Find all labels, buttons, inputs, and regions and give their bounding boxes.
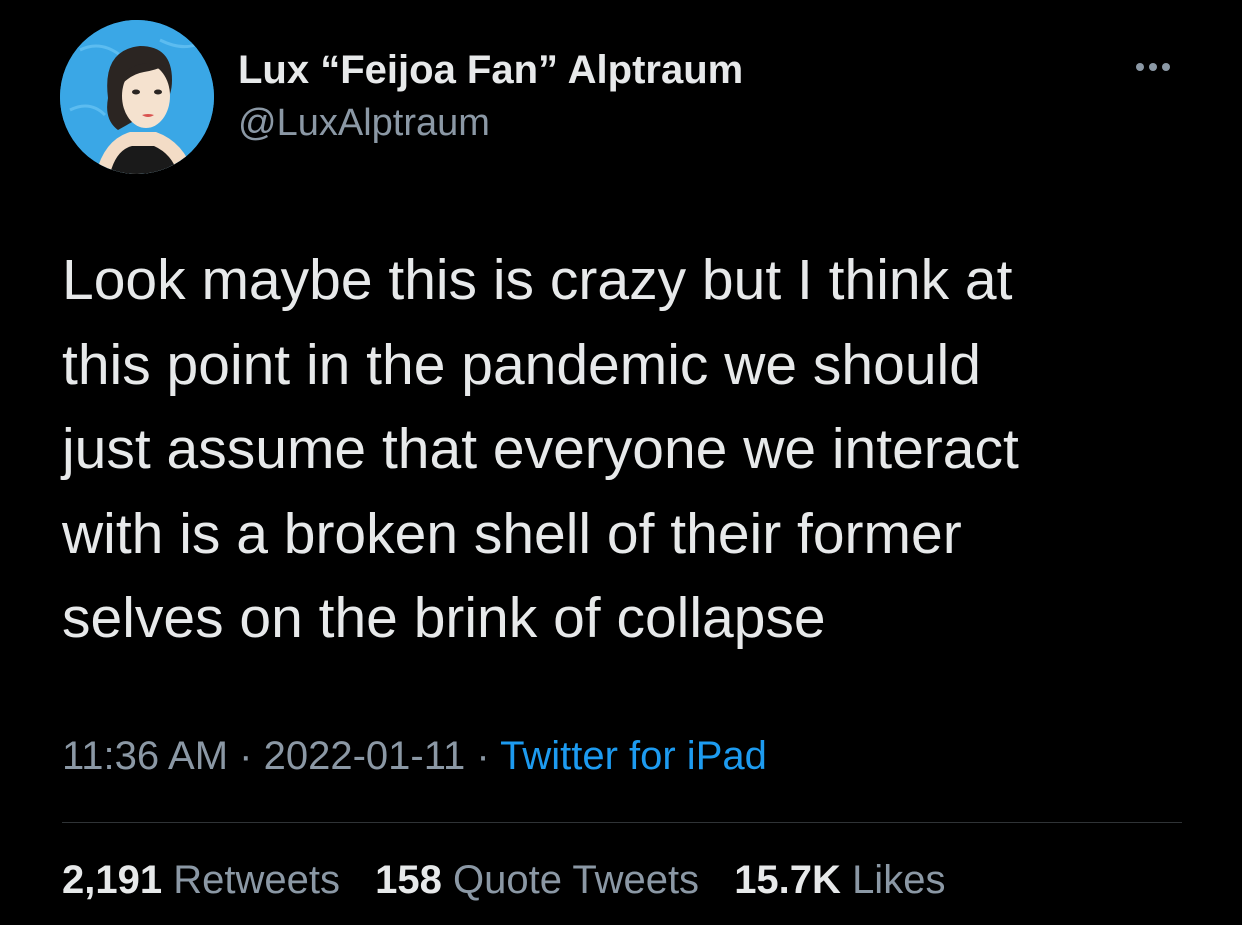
meta-separator: · (476, 734, 490, 778)
quote-tweets-label: Quote Tweets (452, 858, 700, 902)
quote-tweets-count: 158 (375, 858, 442, 902)
meta-separator: · (239, 734, 253, 778)
likes-label: Likes (852, 858, 946, 902)
tweet-source-link[interactable]: Twitter for iPad (500, 734, 767, 778)
avatar-illustration (60, 20, 214, 174)
likes-count: 15.7K (734, 858, 841, 902)
tweet-time[interactable]: 11:36 AM (62, 734, 228, 778)
author-handle[interactable]: @LuxAlptraum (238, 102, 490, 145)
quote-tweets-stat[interactable]: 158 Quote Tweets (375, 858, 699, 902)
likes-stat[interactable]: 15.7K Likes (734, 858, 945, 902)
retweets-count: 2,191 (62, 858, 163, 902)
more-horizontal-icon-dot (1162, 63, 1170, 71)
retweets-stat[interactable]: 2,191 Retweets (62, 858, 340, 902)
divider (62, 822, 1182, 823)
more-horizontal-icon (1136, 63, 1144, 71)
tweet-meta: 11:36 AM · 2022-01-11 · Twitter for iPad (62, 734, 767, 779)
more-horizontal-icon-dot (1149, 63, 1157, 71)
author-display-name[interactable]: Lux “Feijoa Fan” Alptraum (238, 48, 743, 93)
retweets-label: Retweets (173, 858, 340, 902)
tweet-text: Look maybe this is crazy but I think at … (62, 248, 1019, 650)
avatar[interactable] (60, 20, 214, 174)
tweet-container: Lux “Feijoa Fan” Alptraum @LuxAlptraum L… (0, 0, 1242, 925)
more-options-button[interactable] (1128, 52, 1178, 82)
tweet-date[interactable]: 2022-01-11 (264, 734, 466, 778)
tweet-stats: 2,191 Retweets 158 Quote Tweets 15.7K Li… (62, 858, 969, 903)
